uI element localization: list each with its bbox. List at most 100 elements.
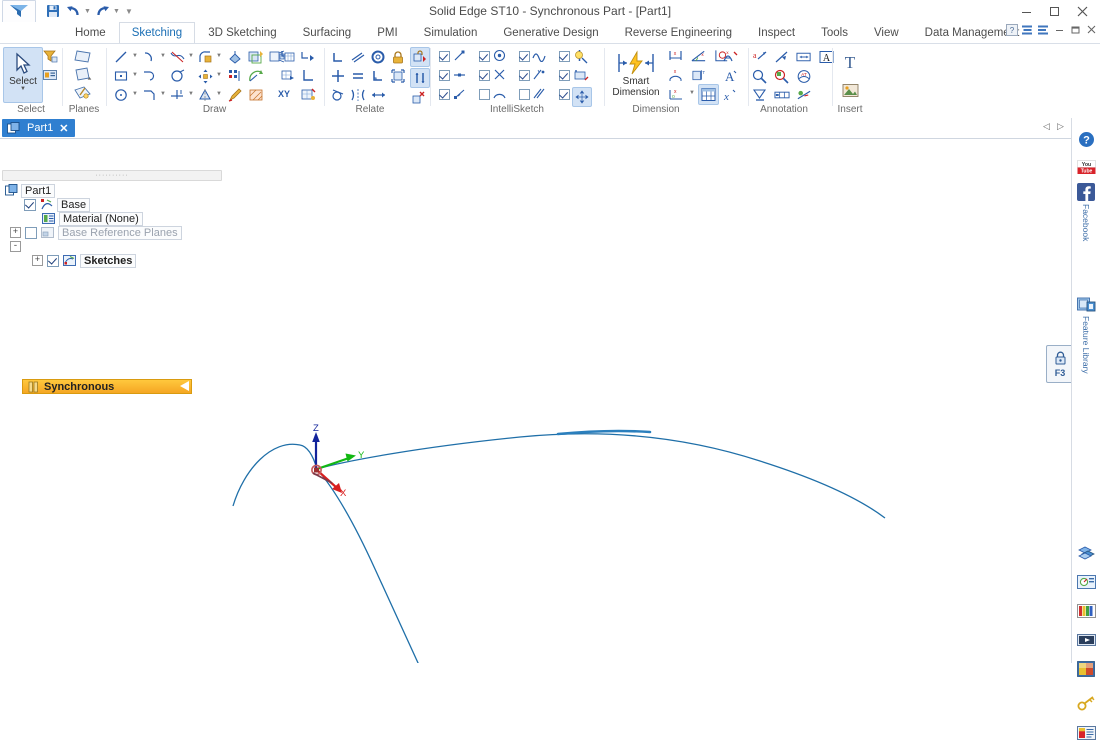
parallel-check[interactable] (519, 89, 530, 100)
curve-icon[interactable] (169, 49, 185, 65)
lock-icon[interactable] (390, 49, 406, 65)
maximize-button[interactable] (1040, 1, 1068, 21)
undo-dropdown-icon[interactable]: ▼ (83, 1, 92, 21)
tree-item-base[interactable]: Base (24, 198, 90, 211)
dimension-axis-icon[interactable]: xo (668, 86, 684, 102)
help-icon[interactable]: ? (1005, 23, 1018, 36)
feature-control-icon[interactable] (774, 87, 790, 103)
tree-item-synchronous[interactable]: Synchronous (22, 379, 192, 394)
select-manager-icon[interactable] (42, 67, 58, 83)
tangent-icon[interactable] (330, 87, 346, 103)
curve-dropdown-icon[interactable]: ▼ (188, 53, 194, 59)
concentric-icon[interactable] (370, 49, 386, 65)
endpoint-check[interactable] (439, 51, 450, 62)
restore-doc-icon[interactable] (1069, 23, 1082, 36)
symmetric-diameter-icon[interactable]: T (691, 67, 707, 83)
tab-pmi[interactable]: PMI (364, 22, 410, 44)
sensors-icon[interactable] (1075, 571, 1097, 593)
equal-length-icon[interactable] (370, 87, 386, 103)
intersection-check[interactable] (479, 70, 490, 81)
tree-root-part1[interactable]: Part1 (4, 184, 55, 197)
connect-icon[interactable] (330, 68, 346, 84)
insert-text-icon[interactable]: T (840, 51, 860, 73)
point-relation-icon[interactable] (300, 49, 316, 65)
rigid-set-icon[interactable] (390, 68, 406, 84)
hatch-icon[interactable] (248, 87, 264, 103)
feature-callout-icon[interactable] (752, 68, 768, 84)
dim-color-icon[interactable] (573, 49, 589, 65)
edit-point-check[interactable] (559, 51, 570, 62)
dimension-table-icon[interactable] (698, 84, 719, 105)
tab-view[interactable]: View (861, 22, 912, 44)
point-on-element-check[interactable] (519, 70, 530, 81)
leader-icon[interactable] (774, 49, 790, 65)
callout-icon[interactable]: a (752, 49, 768, 65)
edge-condition-icon[interactable] (796, 87, 812, 103)
youtube-panel-icon[interactable]: You Tube (1075, 156, 1097, 178)
tab-surfacing[interactable]: Surfacing (290, 22, 365, 44)
feature-library-panel-icon[interactable]: Feature Library (1075, 293, 1097, 374)
angle-between-icon[interactable]: x (691, 48, 707, 64)
tree-grip-handle[interactable]: ·········· (2, 170, 222, 181)
rectangle-icon[interactable] (113, 68, 129, 84)
save-icon[interactable] (43, 1, 63, 21)
trim-dropdown-icon[interactable]: ▼ (188, 91, 194, 97)
polygon-icon[interactable] (169, 68, 185, 84)
tab-inspect[interactable]: Inspect (745, 22, 808, 44)
line-dropdown-icon[interactable]: ▼ (132, 53, 138, 59)
application-menu-button[interactable] (2, 0, 36, 23)
display-config-icon[interactable] (1075, 658, 1097, 680)
horizontal-vertical-icon[interactable] (330, 49, 346, 65)
properties-icon[interactable] (1075, 722, 1097, 744)
fillet-dropdown-icon[interactable]: ▼ (216, 53, 222, 59)
redo-dropdown-icon[interactable]: ▼ (112, 1, 121, 21)
fill-icon[interactable] (227, 49, 243, 65)
smart-dimension-button[interactable]: Smart Dimension (604, 47, 668, 103)
center-check[interactable] (479, 51, 490, 62)
tangent-arc-icon[interactable] (141, 68, 157, 84)
arc-icon[interactable] (141, 49, 157, 65)
synchronous-collapse-arrow-icon[interactable] (180, 381, 189, 391)
scroll-left-icon[interactable]: ◁ (1043, 121, 1050, 132)
sketch-plane-lock-icon[interactable] (73, 84, 93, 101)
minimize-button[interactable] (1012, 1, 1040, 21)
undo-icon[interactable] (63, 1, 83, 21)
pattern-icon[interactable] (227, 68, 243, 84)
relation-assistant-icon[interactable] (300, 87, 316, 103)
dim-move-icon[interactable] (572, 87, 592, 107)
rectangle-dropdown-icon[interactable]: ▼ (132, 72, 138, 78)
expander-icon[interactable]: + (10, 227, 21, 238)
select-dropdown-icon[interactable]: ▼ (20, 87, 26, 91)
equal-icon[interactable] (350, 68, 366, 84)
fillet-icon[interactable] (197, 49, 213, 65)
circle-dropdown-icon[interactable]: ▼ (132, 91, 138, 97)
mirror-icon[interactable] (197, 87, 213, 103)
chamfer-dropdown-icon[interactable]: ▼ (160, 91, 166, 97)
scroll-right-icon[interactable]: ▷ (1057, 121, 1064, 132)
collinear-icon[interactable] (350, 49, 366, 65)
layers-icon[interactable] (1075, 600, 1097, 622)
horizontal-vertical-check[interactable] (559, 70, 570, 81)
balloon-icon[interactable] (796, 49, 812, 65)
datum-frame-icon[interactable] (752, 87, 768, 103)
relationship-handles-icon[interactable] (410, 68, 430, 88)
base-reference-planes-checkbox[interactable] (25, 227, 37, 239)
parallel-icon[interactable] (370, 68, 386, 84)
midpoint-check[interactable] (439, 70, 450, 81)
sketches-checkbox[interactable] (47, 255, 59, 267)
facebook-panel-icon[interactable]: Facebook (1075, 181, 1097, 241)
annotation-a3-icon[interactable]: x (722, 87, 738, 103)
xy-relation-icon[interactable]: XY (278, 89, 290, 99)
tab-reverse-engineering[interactable]: Reverse Engineering (612, 22, 745, 44)
tab-tools[interactable]: Tools (808, 22, 861, 44)
close-doc-icon[interactable] (1085, 23, 1098, 36)
move-icon[interactable] (197, 68, 213, 84)
ribbon-pin-icon[interactable] (1037, 23, 1050, 36)
tab-home[interactable]: Home (62, 22, 119, 44)
tab-simulation[interactable]: Simulation (411, 22, 491, 44)
select-button[interactable]: Select ▼ (3, 47, 43, 103)
circle-icon[interactable] (113, 87, 129, 103)
move-dropdown-icon[interactable]: ▼ (216, 72, 222, 78)
customize-qat-icon[interactable]: ▼ (121, 1, 137, 21)
maintain-relationships-icon[interactable] (410, 47, 430, 67)
